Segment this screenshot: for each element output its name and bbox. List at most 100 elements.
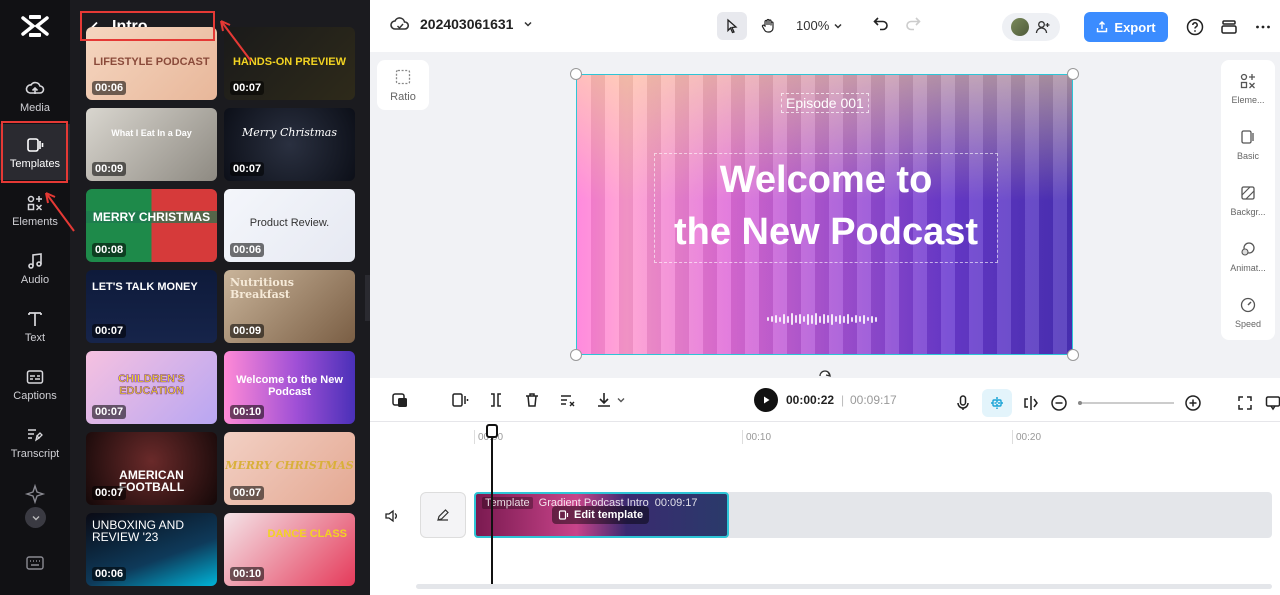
- headline-text[interactable]: Welcome to the New Podcast: [654, 153, 998, 263]
- comment-icon[interactable]: [1264, 394, 1280, 412]
- undo-icon[interactable]: [872, 14, 890, 32]
- timeline[interactable]: 00:00 00:10 00:20 Template Gradient Podc…: [370, 422, 1280, 595]
- add-user-icon: [1035, 21, 1050, 34]
- prop-label: Backgr...: [1230, 206, 1266, 217]
- prop-background[interactable]: Backgr...: [1221, 172, 1275, 228]
- template-card[interactable]: DANCE CLASS 00:10: [224, 513, 355, 586]
- project-title[interactable]: 202403061631: [390, 16, 533, 32]
- headline-line-1: Welcome to: [719, 159, 933, 201]
- ruler-tick: [474, 430, 475, 444]
- clip-tag: Template: [482, 497, 533, 509]
- speed-icon: [1240, 297, 1256, 312]
- template-card[interactable]: Merry Christmas 00:07: [224, 108, 355, 181]
- template-card[interactable]: Nutritious Breakfast 00:09: [224, 270, 355, 343]
- zoom-out-icon[interactable]: [1050, 394, 1068, 412]
- template-card[interactable]: CHILDREN'S EDUCATION 00:07: [86, 351, 217, 424]
- stack-icon[interactable]: [1220, 18, 1238, 36]
- volume-icon[interactable]: [384, 508, 400, 524]
- resize-handle-top-right[interactable]: [1067, 68, 1079, 80]
- left-nav: Media Templates Elements Audio Text Capt…: [0, 0, 70, 595]
- top-toolbar: 202403061631 100% Export: [370, 0, 1280, 52]
- resize-handle-top-left[interactable]: [570, 68, 582, 80]
- select-tool-button[interactable]: [717, 12, 747, 40]
- text-icon: [28, 311, 42, 326]
- chevron-down-icon: [524, 21, 532, 27]
- nav-item-transcript[interactable]: Transcript: [0, 414, 70, 470]
- cloud-icon: [390, 17, 410, 30]
- fullscreen-icon[interactable]: [1236, 394, 1254, 412]
- template-card[interactable]: LIFESTYLE PODCAST 00:06: [86, 27, 217, 100]
- prop-basic[interactable]: Basic: [1221, 116, 1275, 172]
- canvas-area: Ratio Episode 001 Welcome to the New Pod…: [370, 52, 1280, 378]
- template-card[interactable]: Welcome to the New Podcast 00:10: [224, 351, 355, 424]
- app-window: Media Templates Elements Audio Text Capt…: [0, 0, 1280, 595]
- template-clip[interactable]: Template Gradient Podcast Intro 00:09:17…: [474, 492, 729, 538]
- delete-icon[interactable]: [522, 390, 542, 410]
- template-card[interactable]: Product Review. 00:06: [224, 189, 355, 262]
- nav-item-templates[interactable]: Templates: [0, 124, 70, 180]
- ratio-button[interactable]: Ratio: [377, 60, 429, 110]
- collaborators[interactable]: [1002, 13, 1060, 41]
- template-card[interactable]: LET'S TALK MONEY 00:07: [86, 270, 217, 343]
- zoom-in-icon[interactable]: [1184, 394, 1202, 412]
- edit-template-button[interactable]: Edit template: [552, 506, 650, 524]
- project-name: 202403061631: [420, 16, 514, 32]
- resize-handle-bottom-left[interactable]: [570, 349, 582, 361]
- cloud-upload-icon: [25, 81, 45, 94]
- export-button[interactable]: Export: [1084, 12, 1168, 42]
- prop-animation[interactable]: Animat...: [1221, 228, 1275, 284]
- timeline-scrollbar[interactable]: [416, 584, 1272, 589]
- episode-text[interactable]: Episode 001: [781, 93, 869, 113]
- elements-icon: [1240, 73, 1255, 88]
- ruler-label: 00:20: [1016, 432, 1042, 443]
- split-icon[interactable]: [486, 390, 506, 410]
- playhead[interactable]: [491, 424, 493, 584]
- pencil-icon: [437, 509, 449, 521]
- template-icon: [558, 510, 569, 520]
- nav-item-text[interactable]: Text: [0, 298, 70, 354]
- help-icon[interactable]: [1186, 18, 1204, 36]
- remove-background-icon[interactable]: [558, 390, 578, 410]
- track-edit-button[interactable]: [420, 492, 466, 538]
- split-audio-icon[interactable]: [450, 390, 470, 410]
- nav-item-elements[interactable]: Elements: [0, 182, 70, 238]
- prop-elements[interactable]: Eleme...: [1221, 60, 1275, 116]
- more-icon[interactable]: [1254, 18, 1272, 36]
- preview-canvas[interactable]: Episode 001 Welcome to the New Podcast: [576, 74, 1073, 355]
- sparkle-icon[interactable]: [24, 483, 46, 505]
- resize-handle-bottom-right[interactable]: [1067, 349, 1079, 361]
- expand-more-button[interactable]: [25, 507, 46, 528]
- rotate-icon[interactable]: [816, 366, 834, 378]
- playhead-handle[interactable]: [486, 424, 498, 438]
- prop-speed[interactable]: Speed: [1221, 284, 1275, 340]
- play-icon: [764, 396, 770, 404]
- timeline-edit-tools: [390, 390, 626, 410]
- redo-icon[interactable]: [904, 14, 922, 32]
- auto-snap-button[interactable]: [982, 389, 1012, 417]
- split-view-icon[interactable]: [1022, 394, 1040, 412]
- prop-label: Speed: [1234, 318, 1262, 329]
- picture-in-picture-icon[interactable]: [390, 390, 410, 410]
- timeline-zoom-slider[interactable]: [1078, 401, 1174, 405]
- nav-item-captions[interactable]: Captions: [0, 356, 70, 412]
- zoom-dropdown[interactable]: 100%: [796, 18, 843, 33]
- capcut-logo-icon[interactable]: [19, 12, 51, 40]
- nav-item-media[interactable]: Media: [0, 68, 70, 124]
- clip-duration: 00:09:17: [654, 497, 698, 509]
- download-dropdown[interactable]: [594, 390, 626, 410]
- nav-item-audio[interactable]: Audio: [0, 240, 70, 296]
- template-icon: [27, 137, 44, 152]
- ruler-label: 00:10: [746, 432, 772, 443]
- template-card[interactable]: What I Eat In a Day 00:09: [86, 108, 217, 181]
- template-card[interactable]: MERRY CHRISTMAS 00:08: [86, 189, 217, 262]
- prop-label: Eleme...: [1231, 94, 1265, 105]
- hand-tool-button[interactable]: [753, 12, 783, 40]
- template-card[interactable]: UNBOXING AND REVIEW '23 00:06: [86, 513, 217, 586]
- elements-icon: [27, 195, 43, 211]
- template-card[interactable]: HANDS-ON PREVIEW 00:07: [224, 27, 355, 100]
- microphone-icon[interactable]: [954, 394, 972, 412]
- keyboard-icon[interactable]: [24, 552, 46, 574]
- play-button[interactable]: [754, 388, 778, 412]
- template-card[interactable]: AMERICAN FOOTBALL 00:07: [86, 432, 217, 505]
- template-card[interactable]: MERRY CHRISTMAS 00:07: [224, 432, 355, 505]
